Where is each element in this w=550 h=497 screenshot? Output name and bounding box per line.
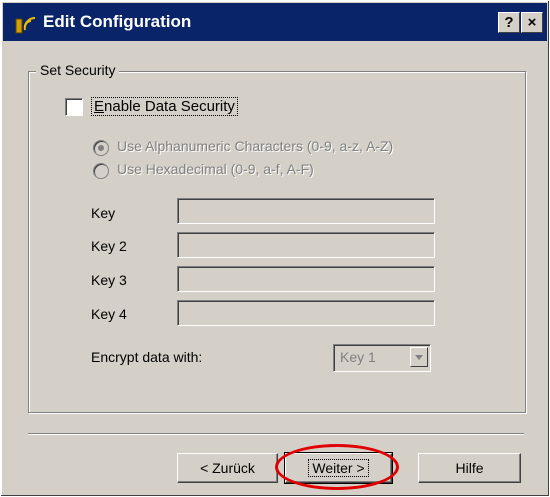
close-button[interactable]: × [521,12,543,33]
key-2-field[interactable] [177,232,435,258]
radio-alphanumeric-label: Use Alphanumeric Characters (0-9, a-z, A… [117,138,394,154]
key-4-field[interactable] [177,300,435,326]
separator [28,433,524,435]
next-button[interactable]: Weiter > [284,452,393,484]
next-button-label: Weiter > [308,459,369,477]
enable-security-checkbox[interactable] [65,98,83,116]
key-1-label: Key [91,205,116,221]
close-icon: × [527,14,537,31]
radio-alphanumeric[interactable] [93,140,109,156]
dialog-window: Edit Configuration ? × Set Security Enab… [0,0,550,497]
help-button[interactable]: ? [498,12,520,33]
enable-security-label[interactable]: Enable Data Security [91,97,238,116]
key-4-label: Key 4 [91,306,127,322]
enable-security-label-text: nable Data Security [104,98,235,115]
encrypt-label: Encrypt data with: [91,349,203,365]
key-2-label: Key 2 [91,238,127,254]
window-title: Edit Configuration [43,12,192,31]
help-dialog-button[interactable]: Hilfe [418,453,521,483]
back-button[interactable]: < Zurück [177,453,278,483]
title-bar[interactable]: Edit Configuration ? × [3,3,547,41]
radio-hexadecimal-label: Use Hexadecimal (0-9, a-f, A-F) [117,161,314,177]
wireless-icon [15,16,36,34]
radio-hexadecimal[interactable] [93,163,109,179]
encrypt-key-value: Key 1 [340,349,376,365]
group-legend: Set Security [36,62,120,78]
key-1-field[interactable] [177,198,435,224]
key-3-label: Key 3 [91,272,127,288]
chevron-down-icon[interactable] [410,347,428,367]
help-icon: ? [504,14,514,31]
encrypt-key-select[interactable]: Key 1 [333,344,431,372]
key-3-field[interactable] [177,266,435,292]
